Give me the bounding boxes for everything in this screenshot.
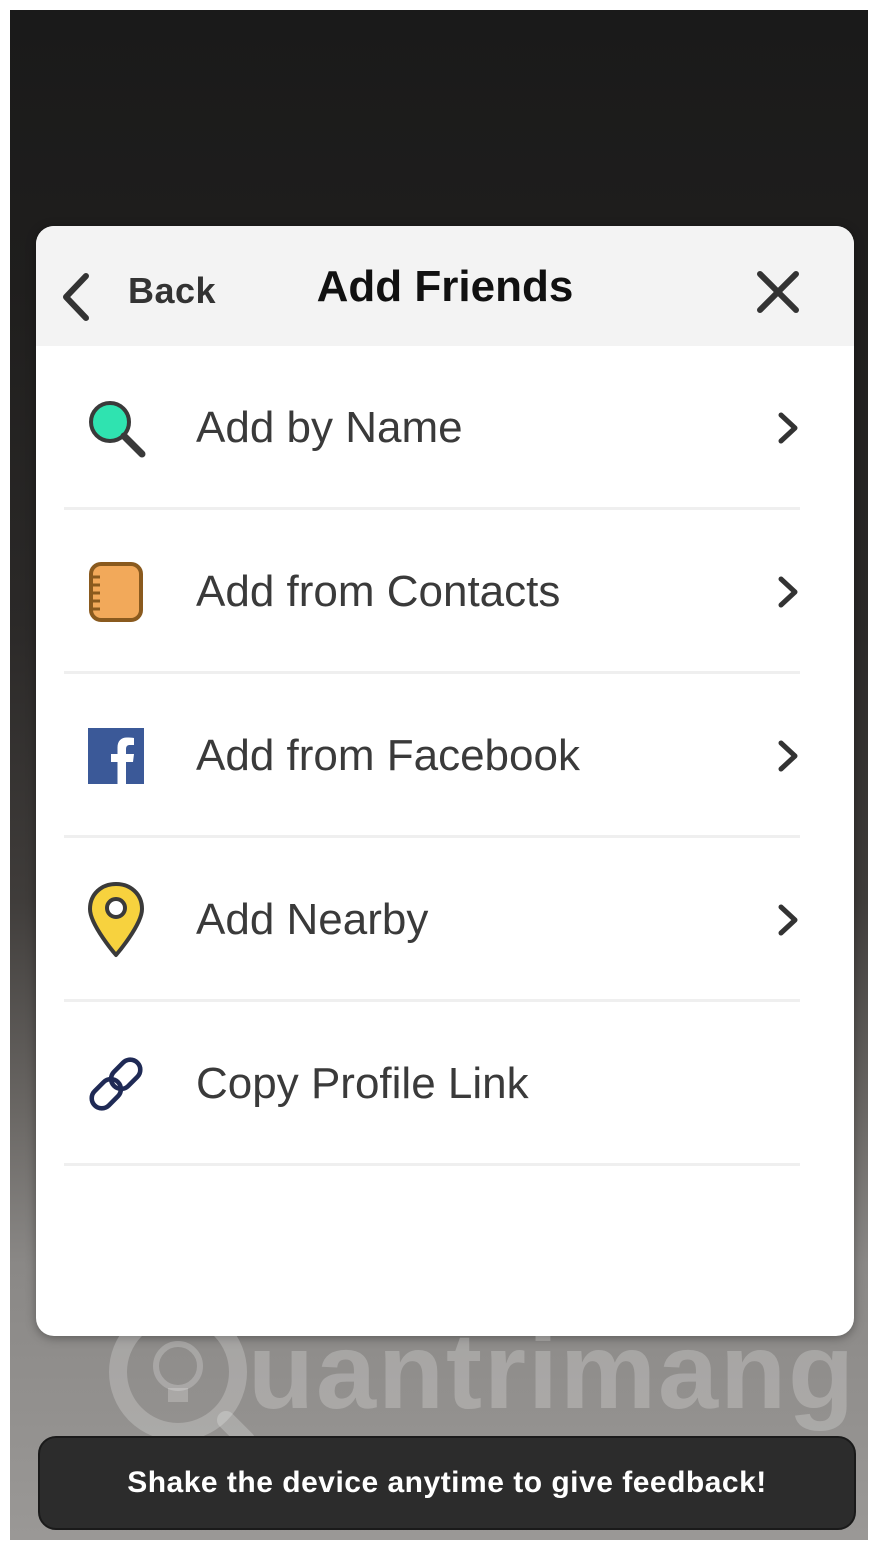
- toast-message: Shake the device anytime to give feedbac…: [127, 1466, 767, 1499]
- menu-item-add-nearby[interactable]: Add Nearby: [36, 838, 854, 1002]
- contacts-book-icon: [84, 556, 148, 628]
- chevron-right-icon: [778, 412, 798, 444]
- feedback-toast: Shake the device anytime to give feedbac…: [38, 1436, 856, 1530]
- menu-item-copy-profile-link[interactable]: Copy Profile Link: [36, 1002, 854, 1166]
- menu-item-label: Copy Profile Link: [196, 1059, 529, 1108]
- menu-item-label: Add by Name: [196, 403, 463, 452]
- chevron-right-icon: [778, 740, 798, 772]
- menu-item-label: Add from Contacts: [196, 567, 561, 616]
- page-title: Add Friends: [316, 262, 574, 311]
- sheet-header: Back Add Friends: [36, 226, 854, 346]
- app-screen: Back Add Friends Add by Name Add from Co…: [10, 10, 868, 1540]
- search-icon: [84, 392, 148, 464]
- menu-item-add-from-facebook[interactable]: Add from Facebook: [36, 674, 854, 838]
- link-icon: [84, 1048, 148, 1120]
- menu-item-add-from-contacts[interactable]: Add from Contacts: [36, 510, 854, 674]
- divider: [64, 1163, 800, 1166]
- chevron-right-icon: [778, 576, 798, 608]
- menu-item-label: Add from Facebook: [196, 731, 580, 780]
- menu-item-label: Add Nearby: [196, 895, 429, 944]
- add-friends-menu: Add by Name Add from Contacts Add from F…: [36, 346, 854, 1166]
- chevron-right-icon: [778, 904, 798, 936]
- location-pin-icon: [84, 882, 148, 957]
- menu-item-add-by-name[interactable]: Add by Name: [36, 346, 854, 510]
- facebook-icon: [84, 720, 148, 792]
- add-friends-sheet: Back Add Friends Add by Name Add from Co…: [36, 226, 854, 1336]
- close-icon[interactable]: [756, 270, 800, 314]
